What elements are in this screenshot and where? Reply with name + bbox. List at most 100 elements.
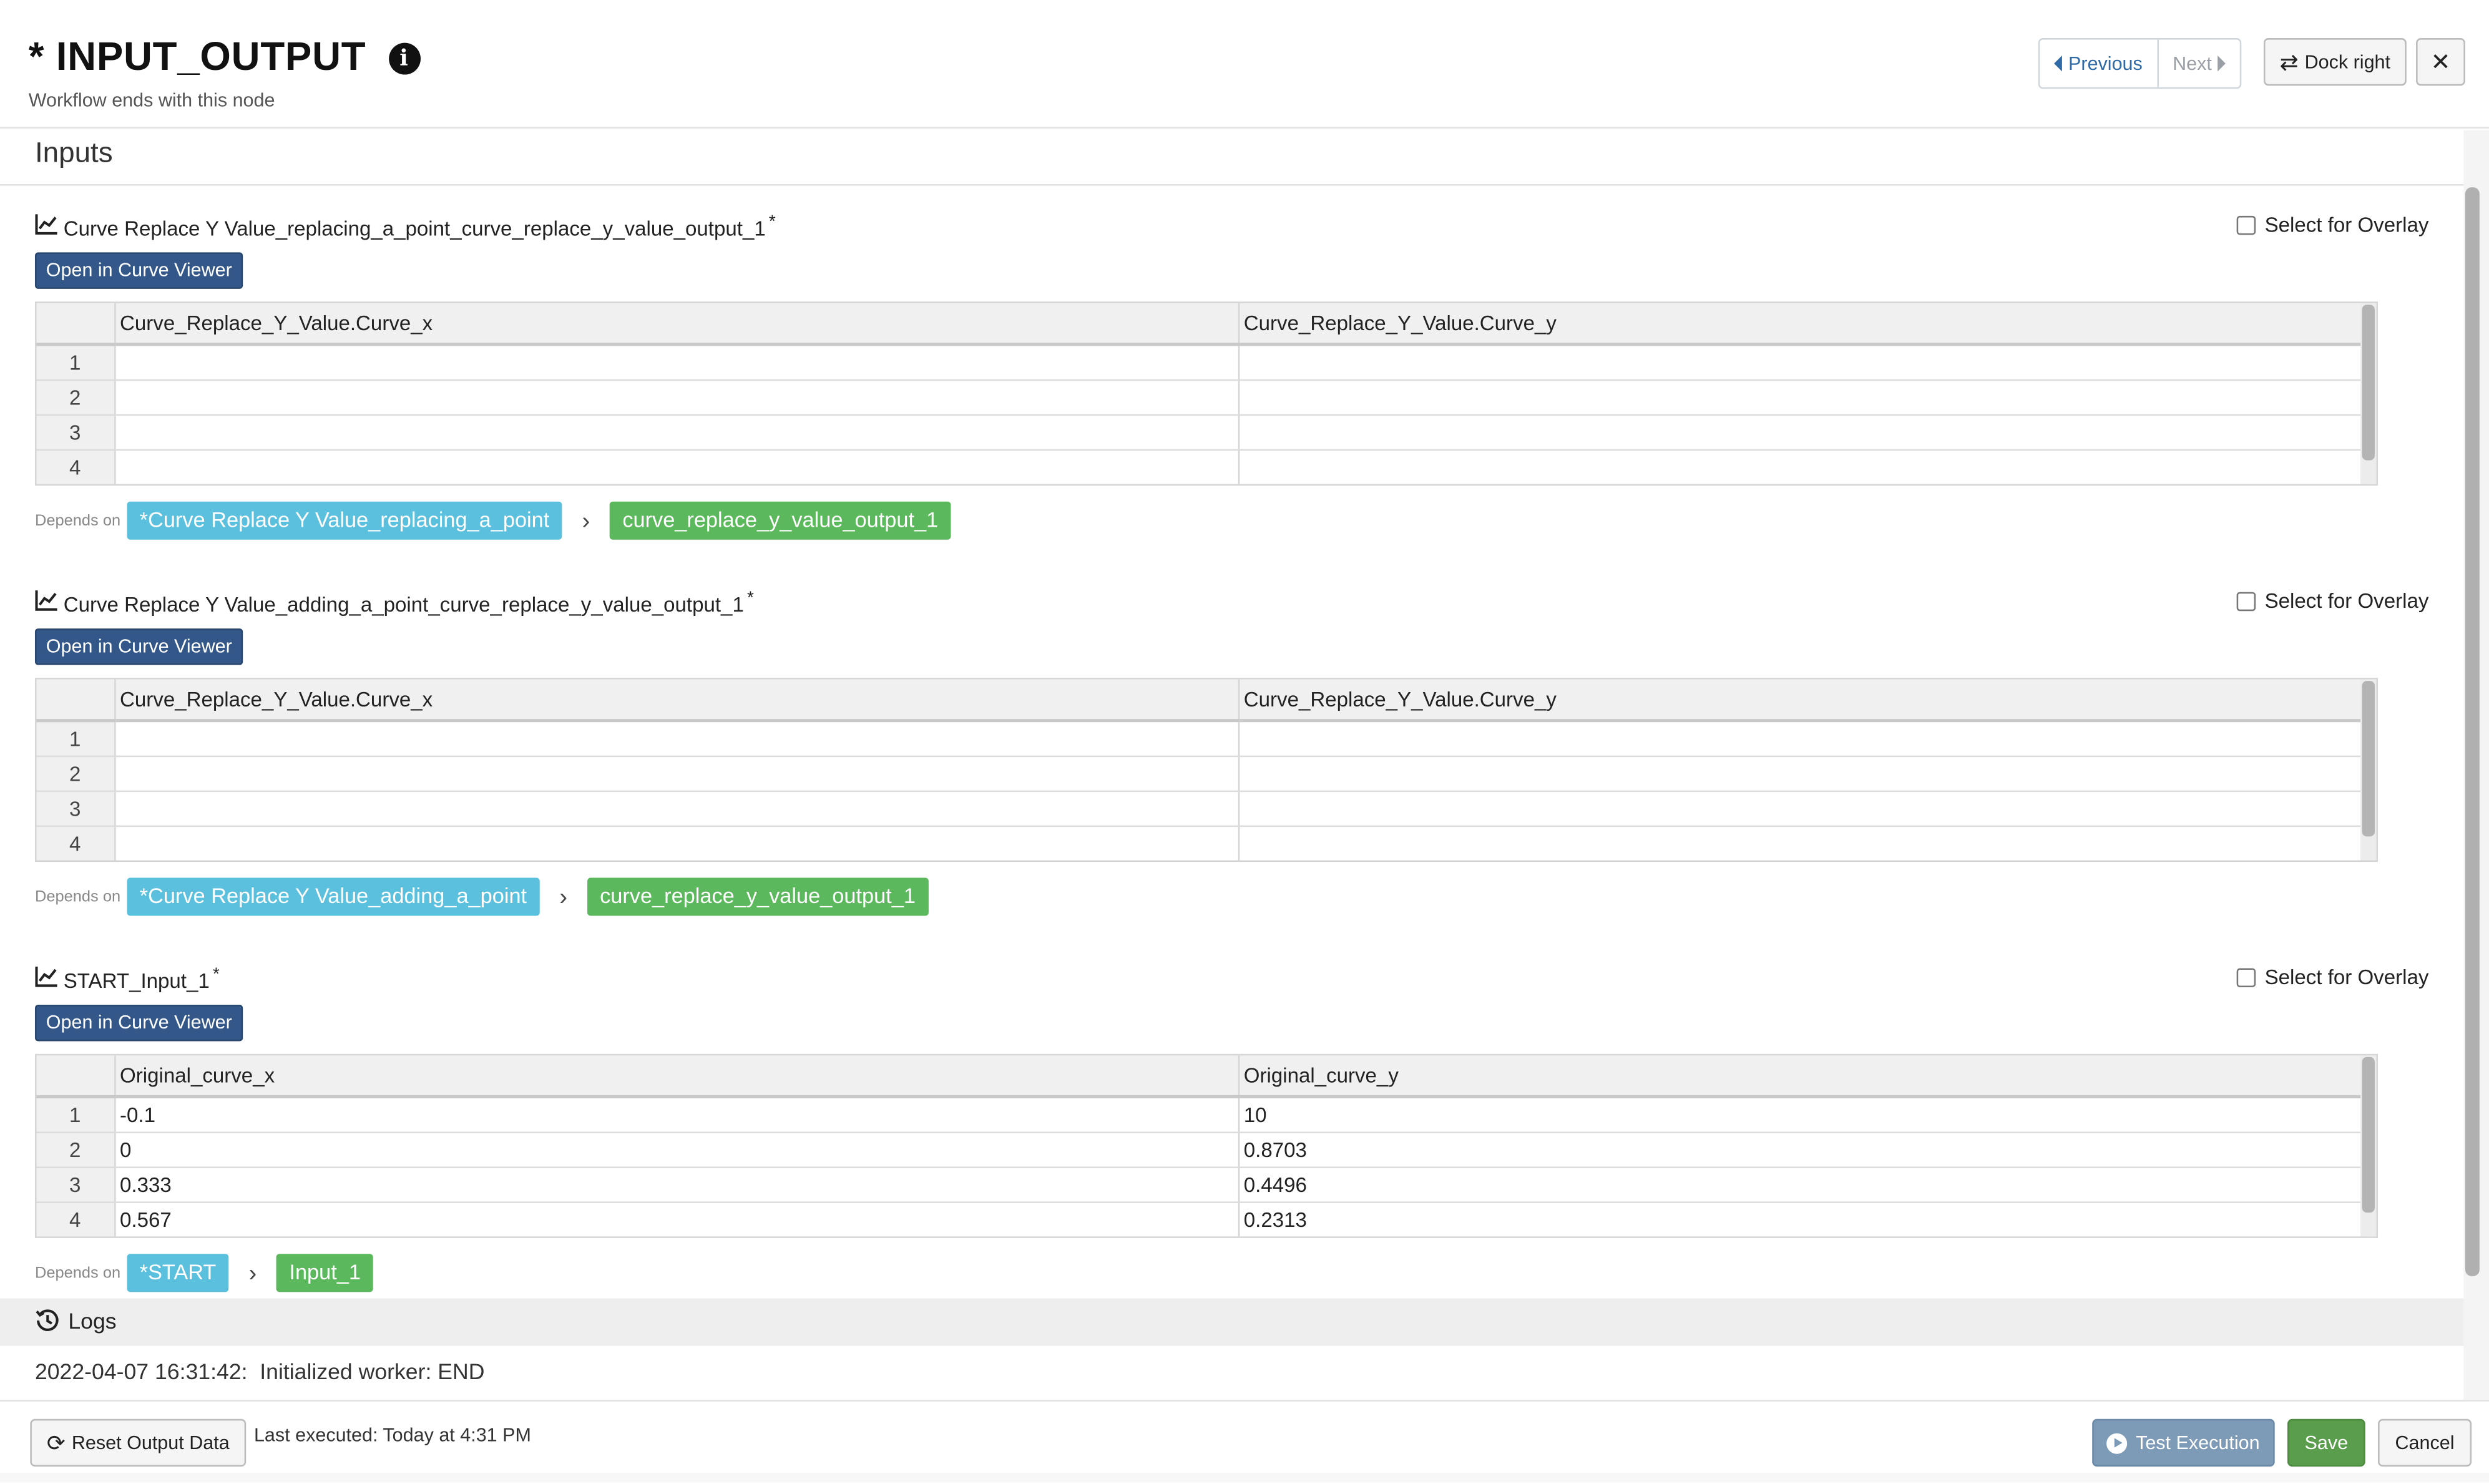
depends-label: Depends on [34,888,121,906]
open-curve-viewer-button[interactable]: Open in Curve Viewer [34,1004,243,1042]
section-title-text: START_Input_1 [63,969,210,993]
column-header[interactable]: Curve_Replace_Y_Value.Curve_x [114,303,1240,346]
depends-output-chip[interactable]: Input_1 [276,1254,374,1292]
logs-header-bar[interactable] [0,1298,2464,1346]
data-grid: Original_curve_x Original_curve_y 1 -0.1 1… [36,1055,2365,1237]
dock-right-button[interactable]: ⇄ Dock right [2263,38,2407,86]
column-header[interactable]: Curve_Replace_Y_Value.Curve_x [114,679,1240,723]
table-cell[interactable] [1238,720,2365,758]
overlay-label: Select for Overlay [2264,965,2429,989]
row-number: 1 [36,1096,115,1133]
prev-next-group: Previous Next [2038,38,2242,89]
row-number: 2 [36,1132,115,1168]
depends-node-chip[interactable]: *START [127,1254,229,1292]
corner-header [36,303,115,346]
logs-header[interactable]: Logs [35,1307,117,1334]
table-cell[interactable]: 0.567 [114,1202,1240,1237]
table-cell[interactable]: -0.1 [114,1096,1240,1133]
reset-output-label: Reset Output Data [71,1432,230,1454]
select-for-overlay[interactable]: Select for Overlay [2236,965,2429,989]
open-curve-viewer-button[interactable]: Open in Curve Viewer [34,252,243,289]
next-button[interactable]: Next [2158,39,2241,87]
table-cell[interactable] [1238,756,2365,793]
section-title-text: Curve Replace Y Value_replacing_a_point_… [63,216,766,240]
depends-output-chip[interactable]: curve_replace_y_value_output_1 [609,501,951,540]
table-scrollbar-thumb[interactable] [2362,305,2375,461]
row-number: 3 [36,415,115,451]
depends-label: Depends on [34,512,121,530]
chevron-right-icon: › [248,1259,257,1287]
table-cell[interactable] [114,791,1240,827]
section-title: START_Input_1 * [64,965,220,992]
table-scrollbar-thumb[interactable] [2362,681,2375,837]
close-button[interactable]: ✕ [2416,38,2465,86]
test-execution-button[interactable]: Test Execution [2092,1418,2275,1467]
table-cell[interactable]: 10 [1238,1096,2365,1133]
overlay-checkbox[interactable] [2236,967,2256,987]
table-cell[interactable]: 0.2313 [1238,1202,2365,1237]
table-cell[interactable] [114,756,1240,793]
section-title: Curve Replace Y Value_replacing_a_point_… [64,213,776,240]
open-curve-viewer-button[interactable]: Open in Curve Viewer [34,628,243,665]
table-scrollbar-thumb[interactable] [2362,1057,2375,1213]
table-cell[interactable]: 0.333 [114,1167,1240,1203]
table-cell[interactable] [114,826,1240,861]
column-header[interactable]: Original_curve_x [114,1055,1240,1099]
table-header-row: Curve_Replace_Y_Value.Curve_x Curve_Repl… [36,303,2365,346]
line-chart-icon [35,966,57,987]
bottom-strip [0,1473,2489,1483]
input-section: Curve Replace Y Value_adding_a_point_cur… [34,586,2432,922]
data-table: Curve_Replace_Y_Value.Curve_x Curve_Repl… [34,301,2379,486]
table-cell[interactable] [114,344,1240,381]
node-editor-panel: * INPUT_OUTPUT i Workflow ends with this… [0,0,2489,1484]
dock-right-label: Dock right [2304,51,2391,73]
depends-node-chip[interactable]: *Curve Replace Y Value_replacing_a_point [127,501,562,540]
corner-header [36,679,115,723]
last-executed-text: Last executed: Today at 4:31 PM [253,1423,531,1447]
table-cell[interactable] [1238,791,2365,827]
table-header-row: Original_curve_x Original_curve_y [36,1055,2365,1099]
table-cell[interactable] [1238,415,2365,451]
page-title: * INPUT_OUTPUT i [29,35,420,81]
table-cell[interactable] [1238,450,2365,484]
table-row: 1 [36,344,2365,381]
page-scrollbar-thumb[interactable] [2465,187,2480,1276]
depends-node-chip[interactable]: *Curve Replace Y Value_adding_a_point [127,877,540,916]
depends-on: Depends on *Curve Replace Y Value_adding… [34,877,929,916]
caret-right-icon [2218,56,2226,72]
overlay-checkbox[interactable] [2236,591,2256,610]
info-icon[interactable]: i [388,42,420,74]
table-cell[interactable] [114,450,1240,484]
table-cell[interactable] [1238,344,2365,381]
column-header[interactable]: Curve_Replace_Y_Value.Curve_y [1238,679,2365,723]
table-cell[interactable]: 0 [114,1132,1240,1168]
table-cell[interactable]: 0.8703 [1238,1132,2365,1168]
corner-header [36,1055,115,1099]
reset-output-button[interactable]: ⟳ Reset Output Data [30,1418,247,1467]
required-marker: * [746,588,754,608]
table-row: 3 [36,791,2365,827]
swap-icon: ⇄ [2279,48,2299,74]
table-cell[interactable] [114,415,1240,451]
select-for-overlay[interactable]: Select for Overlay [2236,213,2428,237]
previous-button[interactable]: Previous [2040,39,2159,87]
table-row: 2 [36,756,2365,793]
cancel-button[interactable]: Cancel [2378,1418,2472,1467]
depends-output-chip[interactable]: curve_replace_y_value_output_1 [587,877,929,916]
table-cell[interactable] [114,720,1240,758]
previous-label: Previous [2068,52,2143,75]
column-header[interactable]: Curve_Replace_Y_Value.Curve_y [1238,303,2365,346]
table-cell[interactable] [1238,826,2365,861]
logs-title: Logs [68,1307,117,1334]
select-for-overlay[interactable]: Select for Overlay [2236,589,2428,613]
table-cell[interactable]: 0.4496 [1238,1167,2365,1203]
depends-label: Depends on [34,1264,121,1282]
table-row: 3 0.333 0.4496 [36,1167,2365,1203]
depends-on: Depends on *Curve Replace Y Value_replac… [34,501,951,540]
overlay-checkbox[interactable] [2236,215,2256,235]
play-circle-icon [2107,1432,2128,1453]
save-button[interactable]: Save [2287,1418,2365,1467]
table-cell[interactable] [1238,380,2365,416]
table-cell[interactable] [114,380,1240,416]
column-header[interactable]: Original_curve_y [1238,1055,2365,1099]
